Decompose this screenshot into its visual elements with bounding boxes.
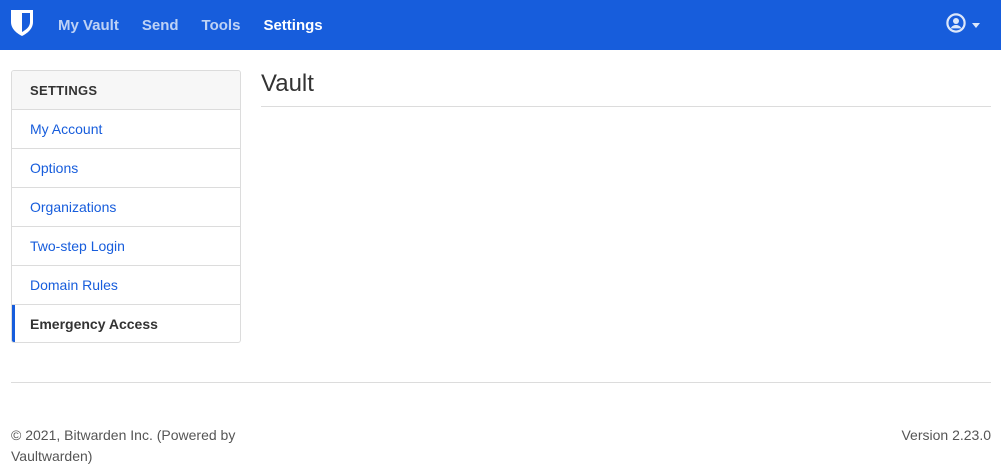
sidebar-item-organizations[interactable]: Organizations xyxy=(12,188,240,227)
title-divider xyxy=(261,106,991,107)
nav-link-send[interactable]: Send xyxy=(142,17,179,34)
page-title: Vault xyxy=(261,70,314,97)
footer-copyright: © 2021, Bitwarden Inc. (Powered by Vault… xyxy=(11,427,236,464)
account-menu-button[interactable] xyxy=(946,13,980,38)
nav-link-tools[interactable]: Tools xyxy=(202,17,241,34)
footer-divider xyxy=(11,382,991,383)
sidebar-item-domain-rules[interactable]: Domain Rules xyxy=(12,266,240,305)
settings-sidebar: SETTINGS My Account Options Organization… xyxy=(11,70,241,343)
bitwarden-shield-icon[interactable] xyxy=(10,9,34,37)
user-circle-icon xyxy=(946,13,966,38)
sidebar-item-emergency-access[interactable]: Emergency Access xyxy=(12,305,240,342)
sidebar-item-options[interactable]: Options xyxy=(12,149,240,188)
chevron-down-icon xyxy=(972,23,980,28)
sidebar-header: SETTINGS xyxy=(12,71,240,110)
sidebar-item-two-step-login[interactable]: Two-step Login xyxy=(12,227,240,266)
top-navbar: My Vault Send Tools Settings xyxy=(0,0,1001,50)
primary-nav: My Vault Send Tools Settings xyxy=(58,0,346,50)
sidebar-item-my-account[interactable]: My Account xyxy=(12,110,240,149)
footer-version: Version 2.23.0 xyxy=(901,427,991,443)
nav-link-my-vault[interactable]: My Vault xyxy=(58,17,119,34)
nav-link-settings[interactable]: Settings xyxy=(263,17,322,34)
